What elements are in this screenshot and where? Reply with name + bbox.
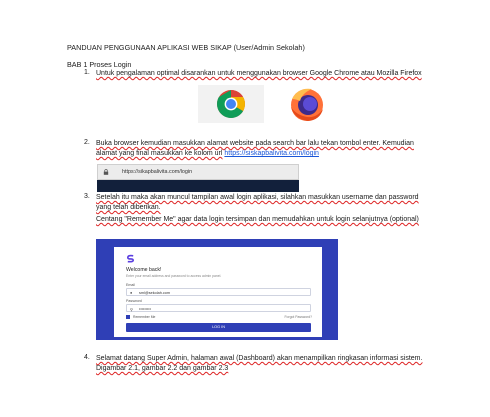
login-card: Welcome back! Enter your email address a… <box>114 247 322 337</box>
section-heading: BAB 1 Proses Login <box>67 60 131 69</box>
step-note: Centang "Remember Me" agar data login te… <box>96 216 419 223</box>
url-text: https://sikapbalivita.com/login <box>122 169 193 175</box>
remember-me-label: Remember Me <box>133 315 156 319</box>
chrome-image <box>198 85 264 123</box>
browser-logos <box>198 85 348 125</box>
password-field[interactable]: ⚲ ••••••••• <box>126 304 311 312</box>
forgot-password-link[interactable]: Forgot Password? <box>284 315 312 319</box>
s-logo-icon <box>126 254 135 263</box>
password-value: ••••••••• <box>139 306 151 311</box>
step-number: 4. <box>84 354 90 361</box>
firefox-image <box>272 85 342 123</box>
step-number: 3. <box>84 193 90 200</box>
login-button[interactable]: LOG IN <box>126 323 311 332</box>
welcome-heading: Welcome back! <box>126 267 162 273</box>
chrome-logo-icon <box>217 90 245 118</box>
email-field[interactable]: ● sml@sekolah.com <box>126 288 311 296</box>
firefox-logo-icon <box>291 88 323 121</box>
remember-me-checkbox[interactable]: Remember Me <box>126 315 156 320</box>
step-number: 2. <box>84 139 90 146</box>
welcome-subtitle: Enter your email address and password to… <box>126 274 222 278</box>
user-icon: ● <box>130 290 133 295</box>
document-title: PANDUAN PENGGUNAAN APLIKASI WEB SIKAP (U… <box>67 43 305 52</box>
url-bar-image: https://sikapbalivita.com/login <box>97 164 299 180</box>
title-text: PANDUAN PENGGUNAAN APLIKASI WEB SIKAP (U… <box>67 43 305 52</box>
step-text: Selamat datang Super Admin, halaman awal… <box>96 355 423 372</box>
lock-icon <box>103 169 109 175</box>
checkbox-box <box>126 315 130 320</box>
document-page: PANDUAN PENGGUNAAN APLIKASI WEB SIKAP (U… <box>0 0 490 417</box>
email-value: sml@sekolah.com <box>139 290 171 295</box>
email-label: Email <box>126 283 135 287</box>
step-text: Untuk pengalaman optimal disarankan untu… <box>96 70 422 77</box>
url-bar-dark-strip <box>97 180 299 192</box>
key-icon: ⚲ <box>130 307 133 312</box>
step-text-block: Buka browser kemudian masukkan alamat we… <box>96 139 436 159</box>
step-number: 1. <box>84 69 90 76</box>
login-screenshot: Welcome back! Enter your email address a… <box>96 239 338 340</box>
bab-text: BAB 1 Proses Login <box>67 60 132 69</box>
step-text: Setelah itu maka akan muncul tampilan aw… <box>96 194 419 211</box>
url-link[interactable]: https://siskapbalivita.com/login <box>224 150 319 157</box>
password-label: Password <box>126 299 142 303</box>
